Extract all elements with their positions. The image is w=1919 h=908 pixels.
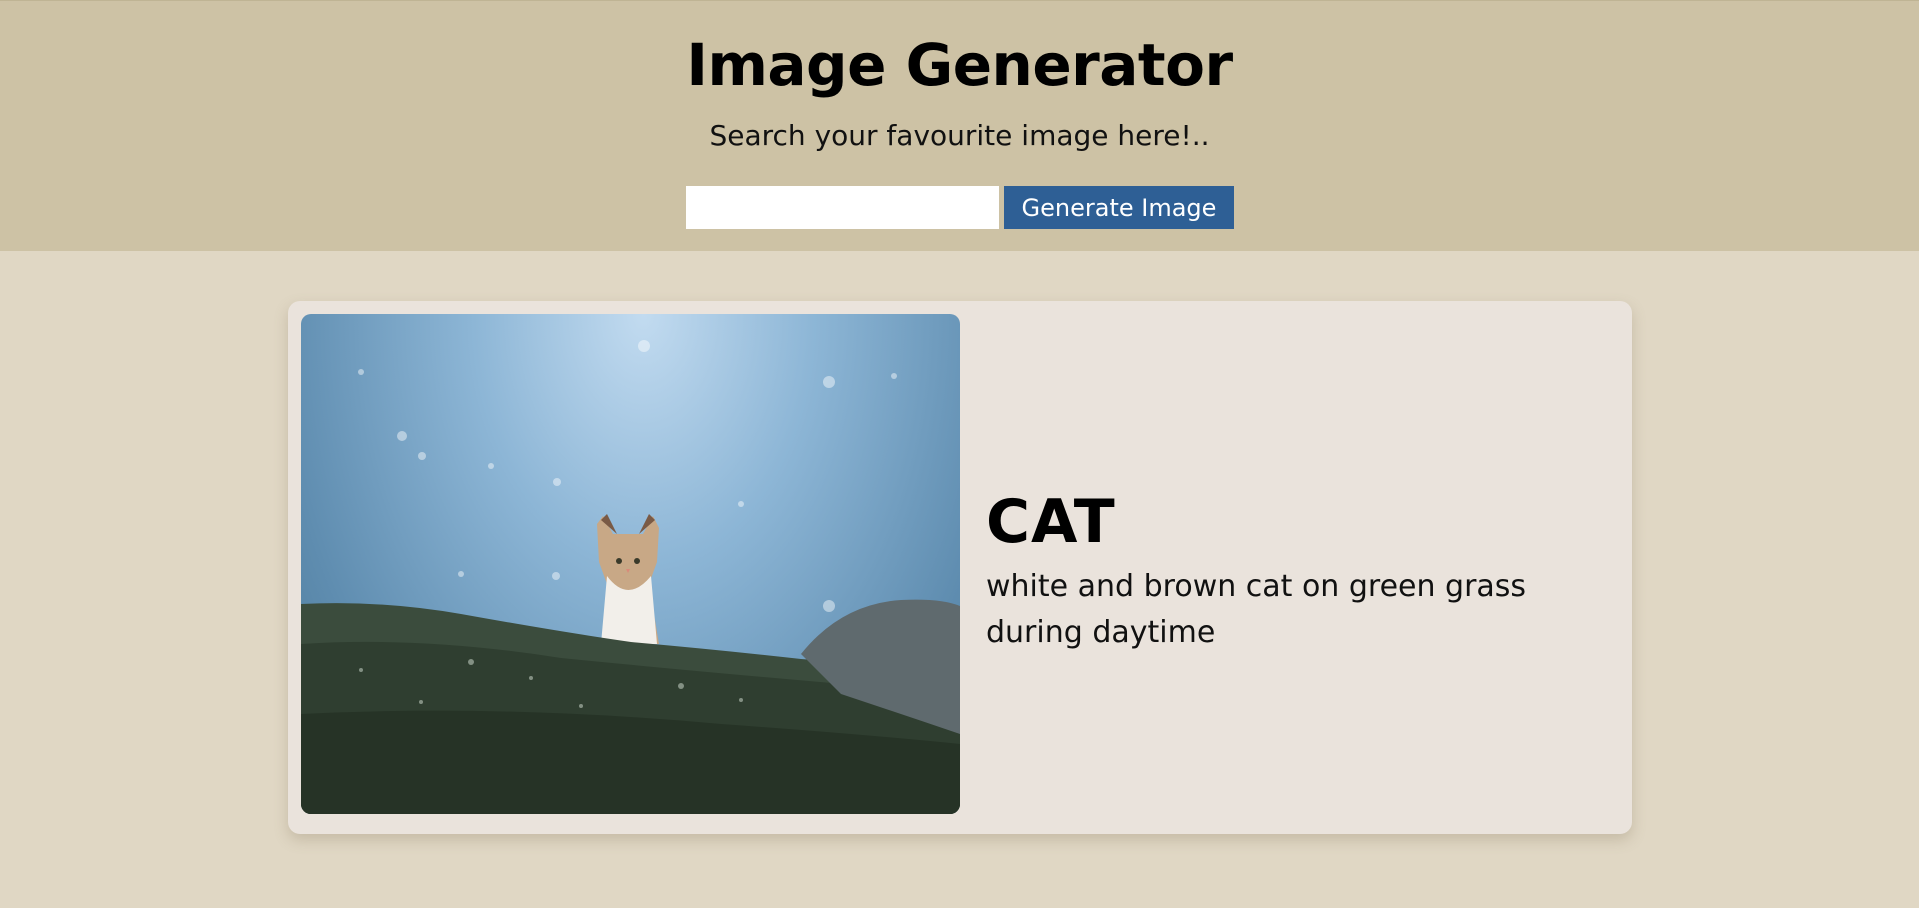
search-input[interactable]	[686, 186, 999, 229]
page-subtitle: Search your favourite image here!..	[709, 119, 1210, 152]
result-title: CAT	[986, 487, 1116, 557]
result-card: CAT white and brown cat on green grass d…	[288, 301, 1632, 834]
result-description: white and brown cat on green grass durin…	[986, 569, 1527, 650]
result-info: CAT white and brown cat on green grass d…	[986, 486, 1606, 656]
generate-image-button[interactable]: Generate Image	[1004, 186, 1234, 229]
header: Image Generator Search your favourite im…	[0, 0, 1919, 251]
result-image	[301, 314, 960, 814]
page-title: Image Generator	[686, 31, 1233, 99]
